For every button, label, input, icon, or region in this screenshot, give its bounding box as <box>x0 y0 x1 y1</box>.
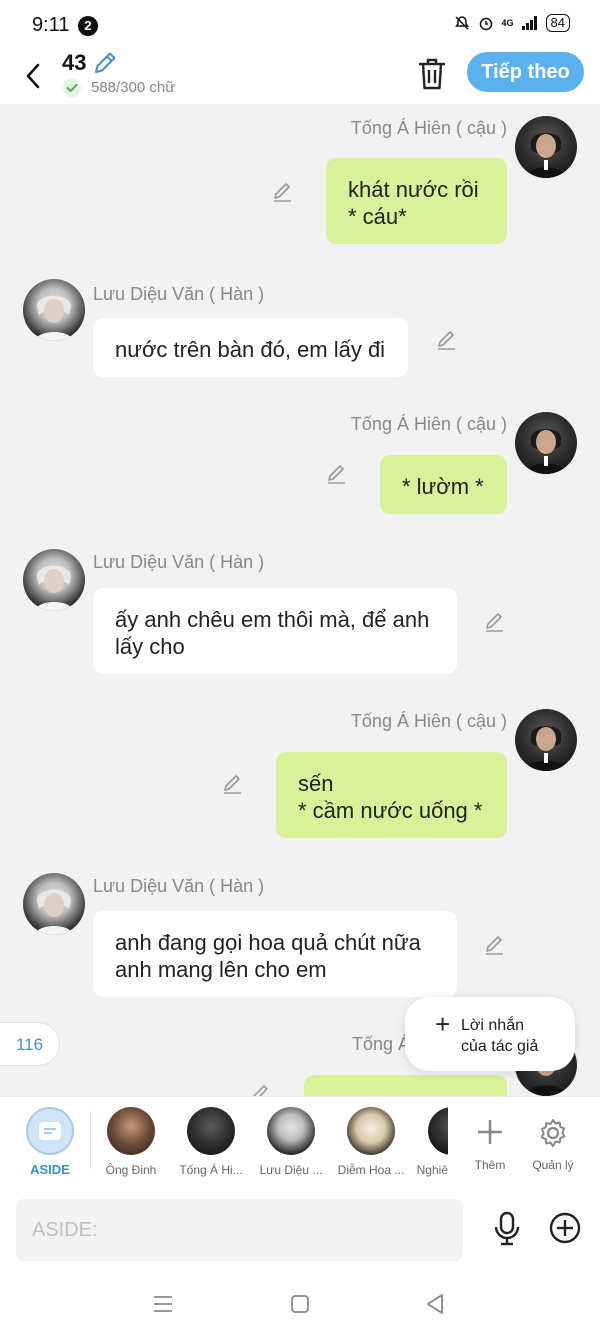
avatar[interactable] <box>515 412 577 474</box>
author-note-label: Lời nhắn của tác giả <box>461 1015 538 1057</box>
edit-message-icon[interactable] <box>270 180 294 204</box>
alarm-icon <box>479 17 492 31</box>
chapter-title: 43 <box>62 50 87 75</box>
character-item[interactable]: Diễm Hoa ... <box>331 1105 411 1177</box>
home-icon[interactable] <box>285 1289 315 1319</box>
word-count: 588/300 chữ <box>91 79 176 96</box>
author-note-button[interactable]: + Lời nhắn của tác giả <box>405 997 575 1071</box>
network-label: 4G <box>501 18 514 28</box>
avatar[interactable] <box>23 279 85 341</box>
input-bar <box>0 1189 600 1271</box>
aside-avatar <box>26 1107 74 1155</box>
avatar-image <box>525 133 567 178</box>
plus-icon: + <box>435 1009 451 1039</box>
battery-indicator: 84 <box>545 14 570 32</box>
message-counter[interactable]: 116 <box>0 1022 60 1066</box>
avatar[interactable] <box>515 709 577 771</box>
avatar-image <box>35 565 73 611</box>
chevron-left-icon <box>26 63 40 89</box>
message-author: Tống Á Hiên ( cậu ) <box>350 711 507 731</box>
avatar-image <box>525 429 567 474</box>
character-item[interactable]: Lưu Diệu ... <box>251 1105 331 1177</box>
character-avatar <box>428 1107 448 1155</box>
message-bubble[interactable]: ấy anh chêu em thôi mà, để anh lấy cho <box>93 588 457 674</box>
message-icon <box>39 1122 61 1140</box>
character-avatar <box>107 1107 155 1155</box>
menu-icon[interactable] <box>148 1289 178 1319</box>
chat-area[interactable]: Tống Á Hiên ( cậu ) khát nước rồi * cáu*… <box>0 104 600 1096</box>
character-item[interactable]: Tống Á Hi... <box>171 1105 251 1177</box>
character-item[interactable]: Nghiê <box>408 1105 448 1177</box>
character-label: Lưu Diệu ... <box>259 1163 323 1177</box>
message-bubble[interactable] <box>304 1075 507 1096</box>
navigation-bar <box>0 1271 600 1333</box>
trash-icon <box>418 58 446 90</box>
character-item[interactable]: Ông Đinh <box>91 1105 171 1177</box>
character-avatar <box>347 1107 395 1155</box>
message-author: Tống Á Hiên ( cậu ) <box>350 414 507 434</box>
message-bubble[interactable]: sến * cầm nước uống * <box>276 752 507 838</box>
aside-input[interactable] <box>16 1199 463 1261</box>
status-bar: 9:11 2 4G 84 <box>0 0 600 48</box>
edit-title-icon[interactable] <box>92 50 118 76</box>
manage-button[interactable]: Quản lý <box>513 1105 593 1172</box>
plus-icon <box>478 1120 502 1144</box>
avatar[interactable] <box>23 873 85 935</box>
status-icons: 4G 84 <box>454 14 570 32</box>
avatar[interactable] <box>515 116 577 178</box>
message-author: Tống Á Hiên ( cậu ) <box>350 118 507 138</box>
check-icon <box>63 79 81 97</box>
author-note-line1: Lời nhắn <box>461 1017 524 1034</box>
avatar-image <box>35 295 73 341</box>
avatar-image <box>35 889 73 935</box>
next-button[interactable]: Tiếp theo <box>467 52 584 92</box>
message-bubble[interactable]: nước trên bàn đó, em lấy đi <box>93 318 408 377</box>
edit-message-icon[interactable] <box>482 933 506 957</box>
signal-icon <box>521 16 537 30</box>
character-label: Tống Á Hi... <box>179 1163 243 1177</box>
character-label: Ông Đinh <box>105 1163 157 1177</box>
avatar[interactable] <box>23 549 85 611</box>
message-author: Lưu Diệu Văn ( Hàn ) <box>93 876 265 896</box>
edit-message-icon[interactable] <box>324 462 348 486</box>
message-bubble[interactable]: khát nước rồi * cáu* <box>326 158 507 244</box>
microphone-icon <box>494 1211 520 1246</box>
message-author: Lưu Diệu Văn ( Hàn ) <box>93 552 265 572</box>
message-author: Tống Á <box>352 1034 411 1054</box>
edit-message-icon[interactable] <box>220 772 244 796</box>
edit-message-icon[interactable] <box>248 1082 272 1096</box>
message-bubble[interactable]: anh đang gọi hoa quả chút nữa anh mang l… <box>93 911 457 997</box>
edit-message-icon[interactable] <box>434 328 458 352</box>
character-aside[interactable]: ASIDE <box>10 1105 90 1177</box>
character-bar: ASIDE Ông Đinh Tống Á Hi... Lưu Diệu ...… <box>0 1096 600 1189</box>
character-label: Nghiê <box>416 1163 448 1177</box>
mic-button[interactable] <box>490 1211 524 1247</box>
notification-badge: 2 <box>78 16 98 36</box>
back-nav-icon[interactable] <box>420 1289 450 1319</box>
plus-circle-icon <box>549 1212 581 1244</box>
gear-icon <box>540 1119 566 1147</box>
edit-message-icon[interactable] <box>482 610 506 634</box>
character-avatar <box>267 1107 315 1155</box>
avatar-image <box>525 726 567 771</box>
status-time: 9:11 <box>32 14 70 36</box>
add-button[interactable] <box>548 1211 582 1245</box>
character-label: ASIDE <box>30 1162 70 1177</box>
bell-off-icon <box>454 16 469 30</box>
message-author: Lưu Diệu Văn ( Hàn ) <box>93 284 265 304</box>
header: 43 588/300 chữ Tiếp theo <box>0 48 600 104</box>
character-label: Diễm Hoa ... <box>337 1163 405 1177</box>
character-avatar <box>187 1107 235 1155</box>
message-bubble[interactable]: * lườm * <box>380 455 507 514</box>
back-button[interactable] <box>18 56 48 96</box>
author-note-line2: của tác giả <box>461 1038 539 1055</box>
manage-label: Quản lý <box>532 1158 574 1172</box>
delete-button[interactable] <box>416 56 448 92</box>
